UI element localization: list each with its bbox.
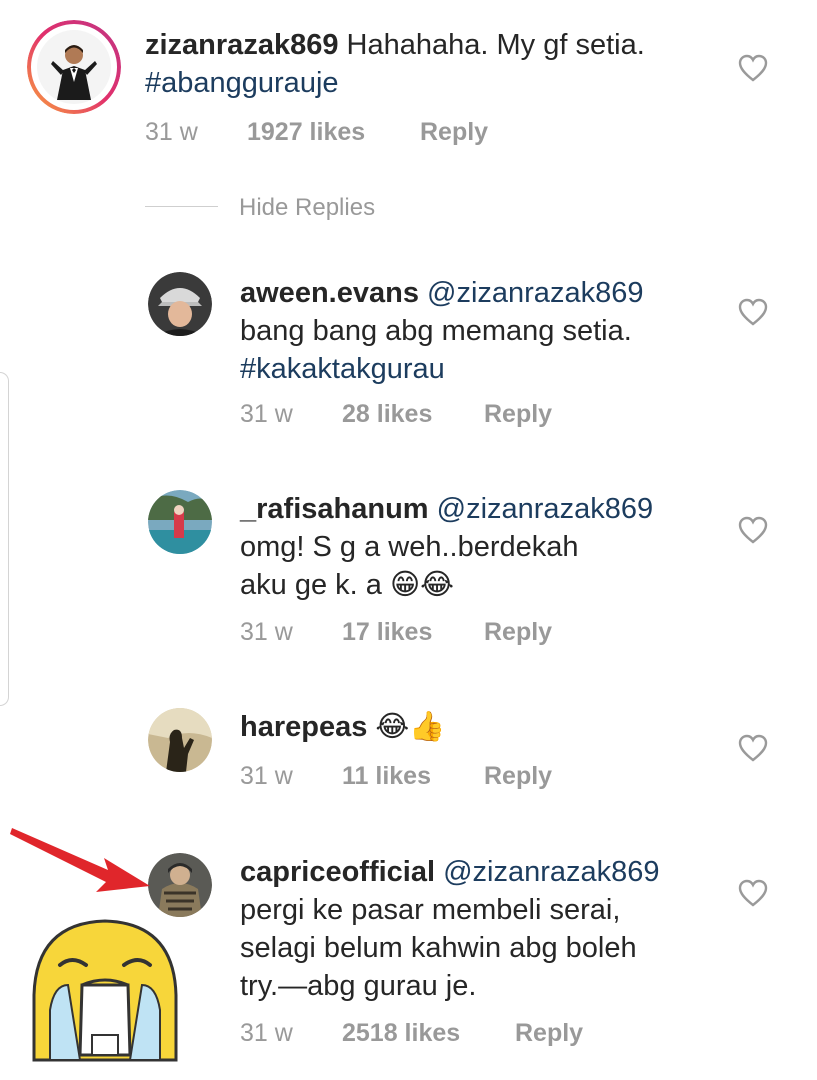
- reply-time: 31 w: [240, 400, 293, 428]
- likes-count[interactable]: 11 likes: [342, 762, 431, 791]
- username[interactable]: _rafisahanum: [240, 493, 429, 525]
- crying-emoji-icon: [32, 919, 178, 1062]
- reply-button[interactable]: Reply: [420, 118, 488, 147]
- reply-button[interactable]: Reply: [484, 618, 552, 647]
- reply-text: _rafisahanum @zizanrazak869 omg! S g a w…: [240, 490, 653, 604]
- avatar-zizanrazak869[interactable]: [27, 20, 121, 114]
- likes-count[interactable]: 28 likes: [342, 400, 432, 429]
- reply-body: bang bang abg memang setia.: [240, 315, 632, 347]
- mention-link[interactable]: @zizanrazak869: [427, 277, 643, 309]
- hide-replies-label[interactable]: Hide Replies: [239, 194, 375, 222]
- heart-icon[interactable]: [738, 516, 768, 544]
- likes-count[interactable]: 2518 likes: [342, 1019, 460, 1048]
- reply-time: 31 w: [240, 618, 293, 646]
- avatar-harepeas[interactable]: [148, 708, 212, 772]
- emoji-text: 😂👍: [375, 711, 446, 743]
- reply-item: harepeas 😂👍 31 w 11 likes Reply: [0, 700, 817, 810]
- comment-time: 31 w: [145, 118, 198, 146]
- username[interactable]: zizanrazak869: [145, 29, 338, 61]
- hashtag-link[interactable]: #abanggurauje: [145, 67, 339, 99]
- heart-icon[interactable]: [738, 54, 768, 82]
- emoji-text: 😁😂: [389, 569, 455, 601]
- reply-body-line3: try.—abg gurau je.: [240, 970, 477, 1002]
- reply-text: capriceofficial @zizanrazak869 pergi ke …: [240, 853, 660, 1005]
- reply-body: pergi ke pasar membeli serai,: [240, 894, 621, 926]
- red-arrow-icon: [10, 828, 150, 892]
- username[interactable]: capriceofficial: [240, 856, 435, 888]
- mention-link[interactable]: @zizanrazak869: [443, 856, 659, 888]
- reply-body-line2: aku ge k. a: [240, 569, 382, 601]
- avatar-aween-evans[interactable]: [148, 272, 212, 336]
- reply-body-line2: selagi belum kahwin abg boleh: [240, 932, 637, 964]
- reply-text: harepeas 😂👍: [240, 708, 445, 746]
- reply-text: aween.evans @zizanrazak869 bang bang abg…: [240, 274, 643, 388]
- heart-icon[interactable]: [738, 734, 768, 762]
- hide-replies-divider: [145, 206, 218, 207]
- username[interactable]: aween.evans: [240, 277, 419, 309]
- mention-link[interactable]: @zizanrazak869: [437, 493, 653, 525]
- likes-count[interactable]: 1927 likes: [247, 118, 365, 147]
- comment-text-main: zizanrazak869 Hahahaha. My gf setia. #ab…: [145, 26, 645, 102]
- reply-button[interactable]: Reply: [515, 1019, 583, 1048]
- likes-count[interactable]: 17 likes: [342, 618, 432, 647]
- reply-time: 31 w: [240, 1019, 293, 1047]
- comment-body: Hahahaha. My gf setia.: [346, 29, 645, 61]
- reply-item: aween.evans @zizanrazak869 bang bang abg…: [0, 260, 817, 440]
- reply-time: 31 w: [240, 762, 293, 790]
- hashtag-link[interactable]: #kakaktakgurau: [240, 353, 445, 385]
- reply-body: omg! S g a weh..berdekah: [240, 531, 579, 563]
- avatar-rafisahanum[interactable]: [148, 490, 212, 554]
- username[interactable]: harepeas: [240, 711, 367, 743]
- heart-icon[interactable]: [738, 879, 768, 907]
- comment-main: zizanrazak869 Hahahaha. My gf setia. #ab…: [0, 0, 817, 170]
- reply-button[interactable]: Reply: [484, 400, 552, 429]
- reply-item: _rafisahanum @zizanrazak869 omg! S g a w…: [0, 480, 817, 660]
- reply-button[interactable]: Reply: [484, 762, 552, 791]
- heart-icon[interactable]: [738, 298, 768, 326]
